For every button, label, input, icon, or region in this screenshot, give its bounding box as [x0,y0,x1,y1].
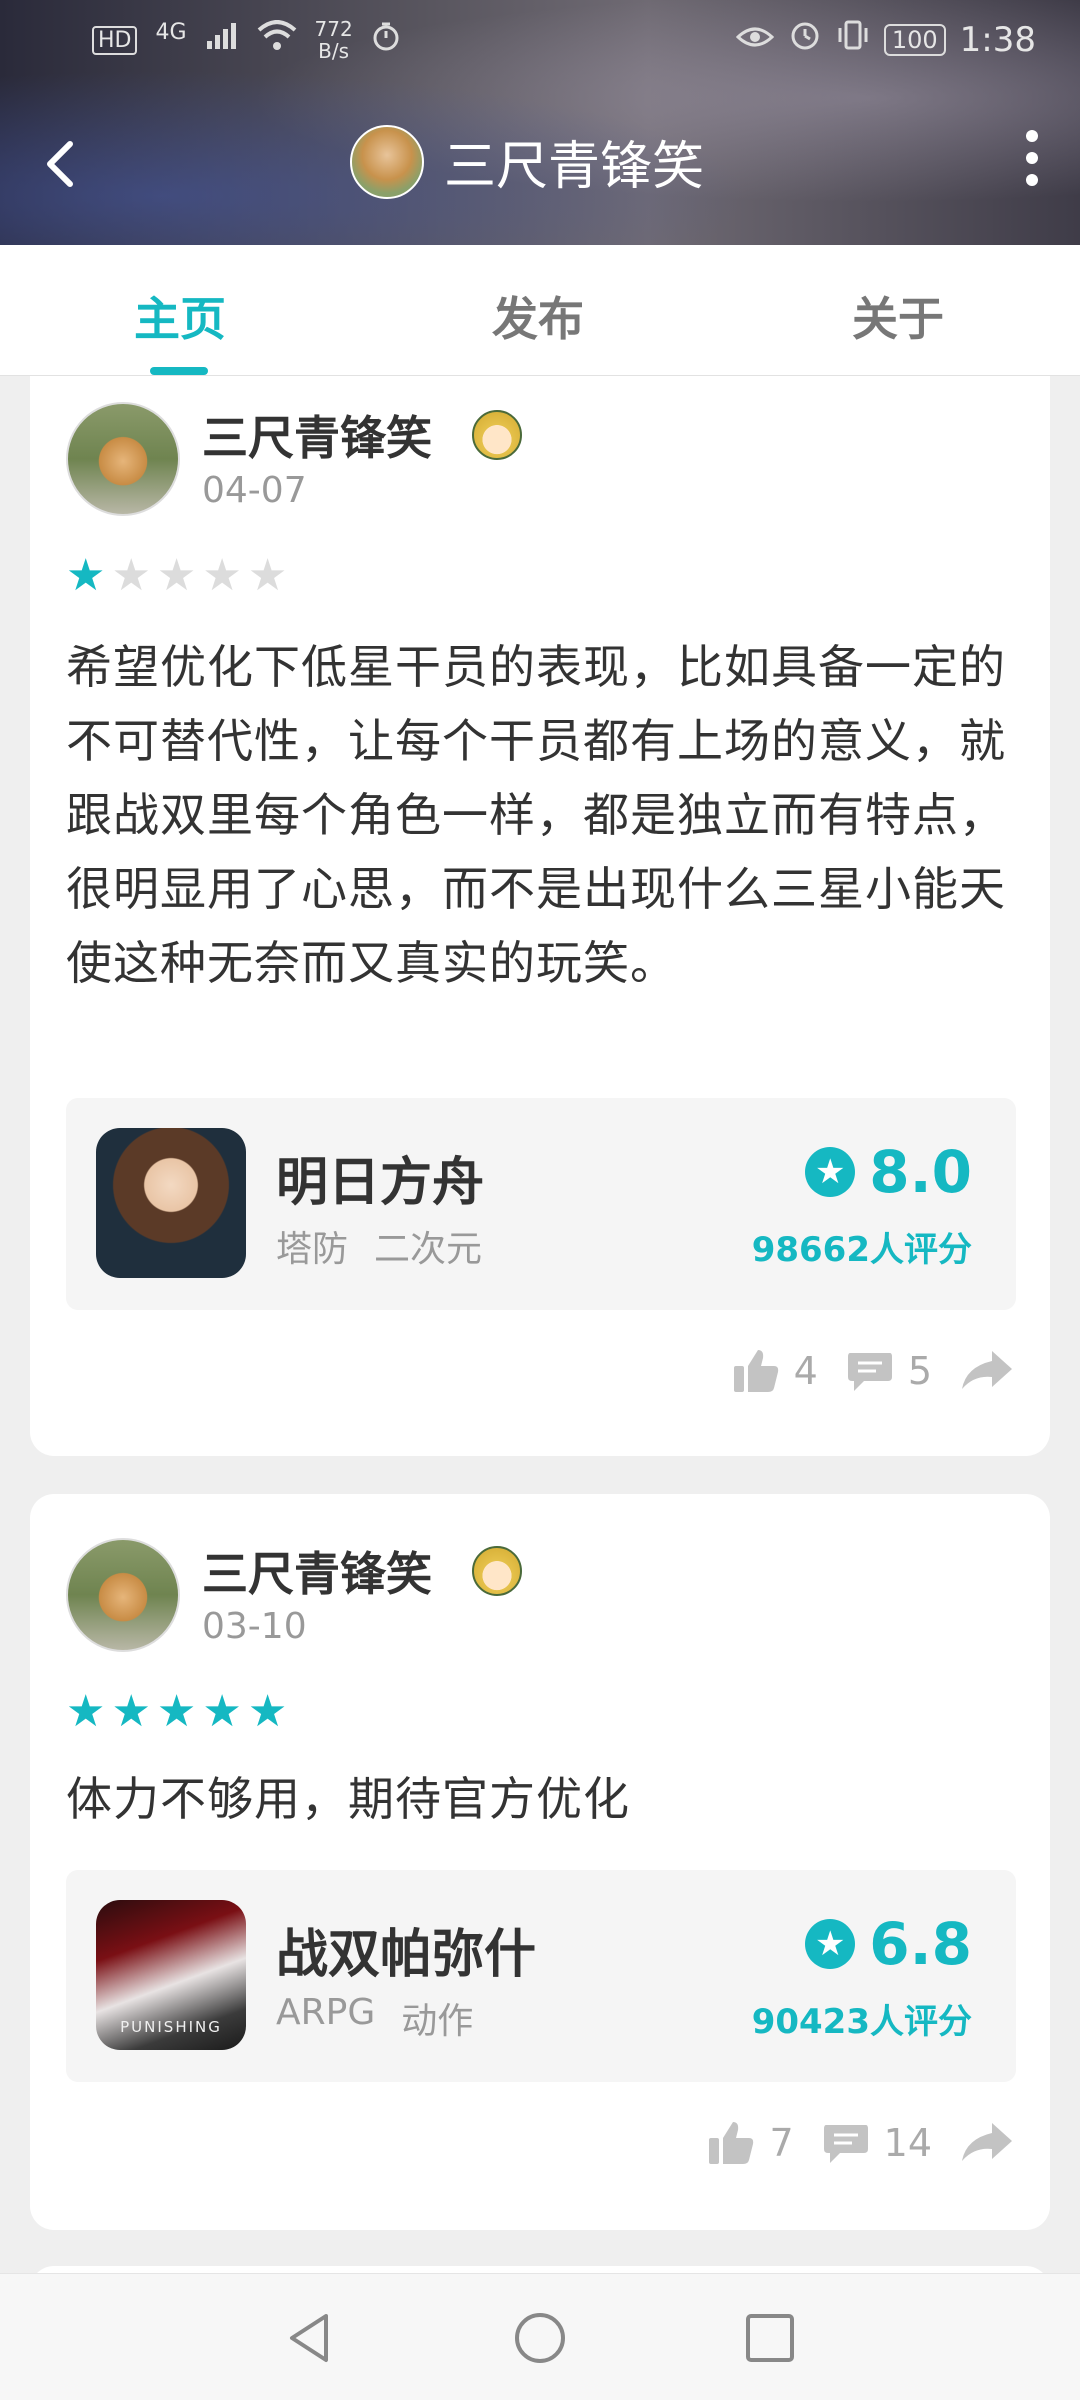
vibrate-icon [836,19,870,60]
username[interactable]: 三尺青锋笑 [202,1538,432,1604]
triangle-back-icon [290,2314,328,2362]
game-score: ★ 8.0 [805,1138,972,1206]
star-icon: ★ [247,1686,288,1737]
share-button[interactable] [960,2121,1014,2165]
game-tag: 动作 [401,2001,474,2042]
nav-back-button[interactable] [282,2310,338,2366]
header-user: 三尺青锋笑 [350,124,704,199]
star-icon: ★ [247,550,288,601]
status-bar: HD 4G 772 B/s 100 1:38 [0,18,1080,62]
net-speed-value: 772 [314,17,353,41]
comment-button[interactable]: 5 [846,1349,932,1393]
review-card[interactable]: 三尺青锋笑 03-10 ★ ★ ★ ★ ★ 体力不够用，期待官方优化 PUNIS… [30,1494,1050,2230]
comment-count: 5 [907,1349,932,1393]
star-icon: ★ [66,1686,106,1737]
network-label: 4G [155,19,187,45]
star-icon: ★ [66,550,106,601]
comment-button[interactable]: 14 [822,2121,932,2165]
tab-bar: 主页 发布 关于 [0,245,1080,376]
star-icon: ★ [202,1686,242,1737]
post-actions: 4 5 [732,1348,1014,1394]
score-value: 6.8 [869,1910,972,1978]
star-icon: ★ [156,550,197,601]
star-icon: ★ [111,1686,151,1737]
circle-home-icon [515,2313,565,2363]
comment-icon [847,1353,892,1391]
star-icon: ★ [156,1686,197,1737]
signal-icon [205,20,239,60]
post-date: 04-07 [202,470,307,511]
share-button[interactable] [960,1349,1014,1393]
net-speed: 772 B/s [315,18,353,62]
share-icon [962,2123,1012,2161]
rating-count: 98662人评分 [751,1230,972,1270]
rating-stars: ★ ★ ★ ★ ★ [66,1690,287,1734]
game-name: 战双帕弥什 [276,1925,537,1985]
game-tag: 二次元 [374,1229,483,1270]
wifi-icon [257,19,297,61]
clock-time: 1:38 [959,19,1036,60]
star-icon: ★ [111,550,151,601]
avatar[interactable] [350,124,424,199]
user-badge-icon [472,410,522,460]
game-tags: 塔防 二次元 [276,1220,482,1272]
eye-comfort-icon [735,20,775,60]
top-nav: 三尺青锋笑 [0,120,1080,200]
like-button[interactable]: 4 [732,1348,818,1394]
back-button[interactable] [40,136,88,187]
profile-header: HD 4G 772 B/s 100 1:38 三尺青锋笑 [0,0,1080,245]
score-value: 8.0 [869,1138,972,1206]
alarm-icon [788,18,822,61]
review-card[interactable]: 三尺青锋笑 04-07 ★ ★ ★ ★ ★ 希望优化下低星干员的表现，比如具备一… [30,376,1050,1456]
tab-home[interactable]: 主页 [134,283,226,349]
game-tag: 塔防 [276,1229,349,1270]
game-name: 明日方舟 [276,1153,485,1213]
avatar[interactable] [66,1538,180,1652]
game-score: ★ 6.8 [805,1910,972,1978]
tab-about[interactable]: 关于 [852,283,944,349]
game-icon [96,1128,246,1278]
game-tags: ARPG 动作 [276,1992,473,2044]
star-badge-icon: ★ [805,1919,856,1969]
game-icon: PUNISHING [96,1900,246,2050]
tab-indicator [150,367,208,375]
game-card[interactable]: PUNISHING 战双帕弥什 ARPG 动作 ★ 6.8 90423人评分 [66,1870,1016,2082]
review-text: 体力不够用，期待官方优化 [66,1772,630,1826]
star-badge-icon: ★ [805,1147,856,1197]
like-count: 4 [793,1349,818,1393]
like-count: 7 [769,2121,794,2165]
rating-stars: ★ ★ ★ ★ ★ [66,554,287,598]
page-title: 三尺青锋笑 [444,137,705,197]
user-badge-icon [472,1546,522,1596]
hd-badge: HD [92,25,138,55]
comment-count: 14 [883,2121,932,2165]
game-card[interactable]: 明日方舟 塔防 二次元 ★ 8.0 98662人评分 [66,1098,1016,1310]
avatar[interactable] [66,402,180,516]
star-icon: ★ [202,550,242,601]
post-date: 03-10 [202,1606,307,1647]
thumbs-up-icon [733,1350,778,1392]
tab-posts[interactable]: 发布 [492,283,584,349]
share-icon [962,1351,1012,1389]
nav-recents-button[interactable] [742,2310,798,2366]
post-actions: 7 14 [707,2120,1014,2166]
game-tag: ARPG [276,1992,376,2033]
more-options-button[interactable] [1022,130,1042,186]
square-recents-icon [746,2314,794,2362]
thumbs-up-icon [709,2122,754,2164]
comment-icon [823,2125,868,2163]
rating-count: 90423人评分 [751,2002,972,2042]
game-icon-label: PUNISHING [120,2018,222,2036]
system-nav-bar [0,2273,1080,2400]
net-speed-unit: B/s [318,39,350,63]
nav-home-button[interactable] [512,2310,568,2366]
username[interactable]: 三尺青锋笑 [202,402,432,468]
like-button[interactable]: 7 [707,2120,794,2166]
timer-icon [371,20,401,60]
battery-icon: 100 [883,23,946,56]
review-text: 希望优化下低星干员的表现，比如具备一定的不可替代性，让每个干员都有上场的意义，就… [66,640,1006,990]
